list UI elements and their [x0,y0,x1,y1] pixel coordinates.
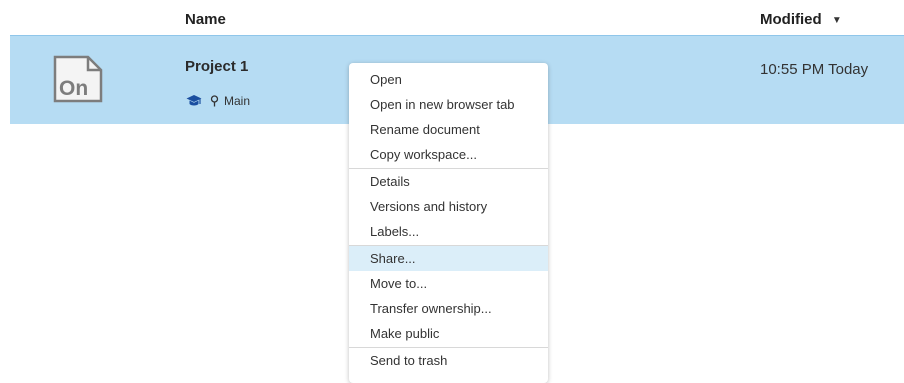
menu-group: Details Versions and history Labels... [349,169,548,246]
menu-item-transfer-ownership[interactable]: Transfer ownership... [349,296,548,321]
menu-item-make-public[interactable]: Make public [349,321,548,346]
menu-item-move-to[interactable]: Move to... [349,271,548,296]
column-header-name-label: Name [185,11,226,28]
menu-group: Open Open in new browser tab Rename docume… [349,67,548,169]
thumbnail-text: On [59,77,88,100]
column-header-modified[interactable]: Modified ▼ [760,11,842,28]
document-modified-date: 10:55 PM Today [760,61,869,78]
document-meta: Main [186,94,250,108]
menu-item-details[interactable]: Details [349,169,548,194]
map-pin-icon [210,95,219,107]
menu-item-labels[interactable]: Labels... [349,219,548,244]
document-name[interactable]: Project 1 [185,58,248,75]
context-menu: Open Open in new browser tab Rename docume… [349,63,548,383]
column-header-name[interactable]: Name [185,11,226,28]
menu-item-open-in-new-browser-tab[interactable]: Open in new browser tab [349,92,548,117]
sort-descending-icon[interactable]: ▼ [832,15,842,26]
menu-item-rename-document[interactable]: Rename document [349,117,548,142]
menu-group: Share... Move to... Transfer ownership... M… [349,246,548,348]
menu-item-copy-workspace[interactable]: Copy workspace... [349,142,548,167]
menu-item-share[interactable]: Share... [349,246,548,271]
branch-name: Main [224,94,251,108]
menu-item-send-to-trash[interactable]: Send to trash [349,348,548,373]
menu-item-versions-and-history[interactable]: Versions and history [349,194,548,219]
menu-item-open[interactable]: Open [349,67,548,92]
onshape-document-icon: On [53,55,103,103]
graduation-cap-icon [186,95,202,106]
column-header-modified-label: Modified [760,11,822,28]
menu-group: Send to trash [349,348,548,374]
